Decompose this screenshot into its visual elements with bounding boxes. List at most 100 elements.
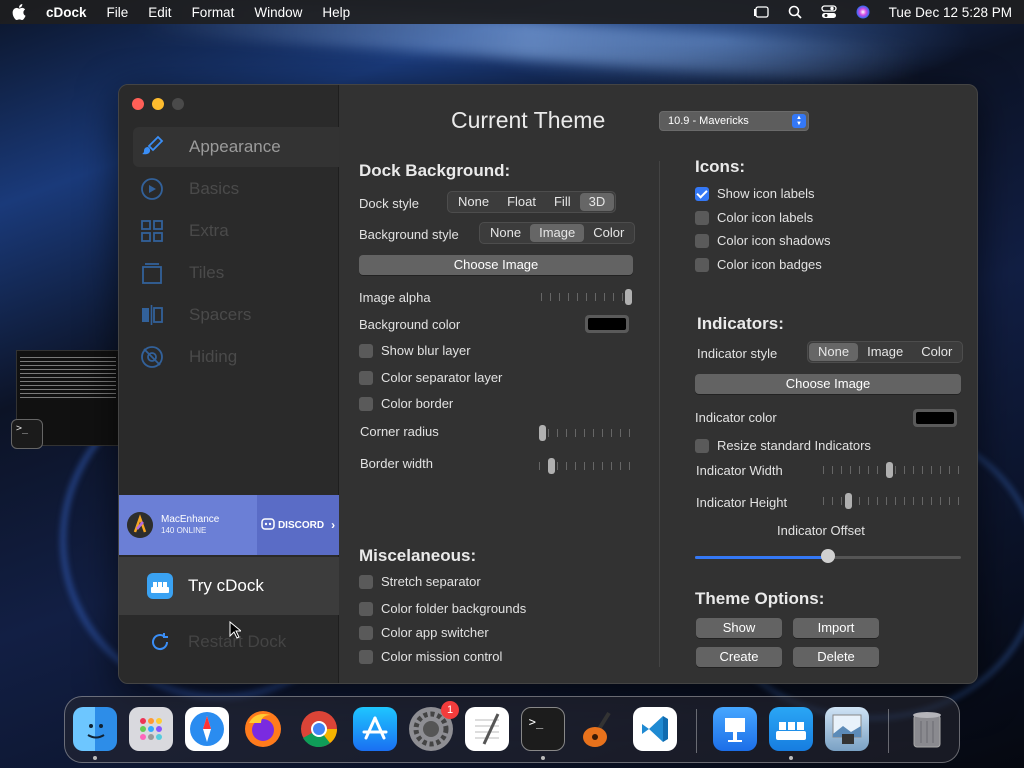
border-width-slider[interactable]	[539, 458, 635, 474]
sidebar-item-spacers[interactable]: Spacers	[139, 295, 339, 335]
control-center-icon[interactable]	[821, 5, 837, 19]
menu-help[interactable]: Help	[322, 5, 350, 20]
indicator-offset-label: Indicator Offset	[777, 523, 865, 538]
textedit-icon[interactable]	[465, 707, 509, 751]
launchpad-icon[interactable]	[129, 707, 173, 751]
show-icon-labels-checkbox[interactable]: Show icon labels	[695, 186, 815, 201]
terminal-window-thumbnail[interactable]: >_	[11, 350, 120, 449]
menu-bar: cDock File Edit Format Window Help Tue D…	[0, 0, 1024, 24]
apple-icon[interactable]	[12, 4, 26, 20]
checkbox-label: Color border	[381, 396, 454, 411]
chrome-icon[interactable]	[297, 707, 341, 751]
color-icon-labels-checkbox[interactable]: Color icon labels	[695, 210, 813, 225]
sidebar-item-tiles[interactable]: Tiles	[139, 253, 339, 293]
color-mission-control-checkbox[interactable]: Color mission control	[359, 649, 502, 664]
background-style-label: Background style	[359, 227, 459, 242]
dock-style-float[interactable]: Float	[498, 193, 545, 211]
terminal-icon[interactable]: >_	[521, 707, 565, 751]
minimize-button[interactable]	[152, 98, 164, 110]
checkbox-label: Show icon labels	[717, 186, 815, 201]
color-separator-layer-checkbox[interactable]: Color separator layer	[359, 370, 502, 385]
keynote-icon[interactable]	[713, 707, 757, 751]
corner-radius-slider[interactable]	[539, 425, 635, 441]
indicator-style-image[interactable]: Image	[858, 343, 912, 361]
running-indicator	[541, 756, 545, 760]
indicator-height-slider[interactable]	[823, 493, 965, 509]
menu-format[interactable]: Format	[192, 5, 235, 20]
delete-theme-button[interactable]: Delete	[793, 647, 879, 667]
sidebar-item-label: Hiding	[189, 347, 238, 366]
choose-background-image-button[interactable]: Choose Image	[359, 255, 633, 275]
slider-knob[interactable]	[821, 549, 835, 563]
menu-app-name[interactable]: cDock	[46, 5, 87, 20]
finder-icon[interactable]	[73, 707, 117, 751]
dock-style-3d[interactable]: 3D	[579, 193, 615, 211]
color-folder-backgrounds-checkbox[interactable]: Color folder backgrounds	[359, 601, 526, 616]
import-theme-button[interactable]: Import	[793, 618, 879, 638]
slider-knob[interactable]	[886, 462, 894, 478]
sidebar-item-extra[interactable]: Extra	[139, 211, 339, 251]
show-blur-layer-checkbox[interactable]: Show blur layer	[359, 343, 471, 358]
color-border-checkbox[interactable]: Color border	[359, 396, 453, 411]
checkbox-label: Color folder backgrounds	[381, 601, 527, 616]
sidebar-item-appearance[interactable]: Appearance	[133, 127, 339, 167]
menu-edit[interactable]: Edit	[148, 5, 171, 20]
restart-icon	[147, 629, 173, 655]
slider-knob[interactable]	[547, 458, 555, 474]
background-style-color[interactable]: Color	[584, 224, 633, 242]
menu-clock[interactable]: Tue Dec 12 5:28 PM	[889, 5, 1012, 20]
dock-style-none[interactable]: None	[449, 193, 498, 211]
vscode-icon[interactable]	[633, 707, 677, 751]
theme-select[interactable]: 10.9 - Mavericks ▲ ▼	[659, 111, 809, 131]
checkbox-label: Color icon labels	[717, 210, 814, 225]
background-style-image[interactable]: Image	[530, 224, 585, 242]
app-store-icon[interactable]	[353, 707, 397, 751]
indicator-width-slider[interactable]	[823, 462, 965, 478]
safari-icon[interactable]	[185, 707, 229, 751]
background-color-well[interactable]	[585, 315, 629, 333]
discord-banner[interactable]: MacEnhance 140 ONLINE DISCORD ›	[119, 495, 339, 555]
sidebar-item-basics[interactable]: Basics	[139, 169, 339, 209]
indicator-style-color[interactable]: Color	[912, 343, 961, 361]
create-theme-button[interactable]: Create	[696, 647, 782, 667]
sidebar-item-hiding[interactable]: Hiding	[139, 337, 339, 377]
choose-indicator-image-button[interactable]: Choose Image	[695, 374, 961, 394]
stretch-separator-checkbox[interactable]: Stretch separator	[359, 574, 481, 589]
indicator-style-none[interactable]: None	[809, 343, 859, 361]
slider-knob[interactable]	[539, 425, 546, 441]
dock-style-fill[interactable]: Fill	[545, 193, 580, 211]
spotlight-search-icon[interactable]	[787, 5, 803, 19]
close-button[interactable]	[132, 98, 144, 110]
color-icon-badges-checkbox[interactable]: Color icon badges	[695, 257, 822, 272]
indicator-offset-slider[interactable]	[695, 549, 961, 564]
menu-file[interactable]: File	[107, 5, 129, 20]
slider-knob[interactable]	[844, 493, 852, 509]
image-alpha-slider[interactable]	[541, 289, 637, 305]
cdock-dock-icon[interactable]	[769, 707, 813, 751]
sidebar-item-label: Spacers	[189, 305, 252, 324]
menu-window[interactable]: Window	[254, 5, 302, 20]
system-settings-icon[interactable]: 1	[409, 701, 459, 751]
garageband-icon[interactable]	[577, 707, 621, 751]
background-style-none[interactable]: None	[481, 224, 530, 242]
firefox-icon[interactable]	[241, 707, 285, 751]
discord-join-button[interactable]: DISCORD ›	[257, 495, 339, 555]
sidebar: Appearance Basics Extra Tiles Spacers Hi…	[119, 85, 339, 683]
stage-manager-icon[interactable]	[753, 5, 769, 19]
try-cdock-button[interactable]: Try cDock	[119, 557, 339, 615]
speedometer-icon	[139, 176, 165, 202]
show-theme-button[interactable]: Show	[696, 618, 782, 638]
indicator-color-label: Indicator color	[695, 410, 777, 425]
restart-dock-button[interactable]: Restart Dock	[147, 629, 286, 655]
siri-icon[interactable]	[855, 5, 871, 19]
main-panel: Current Theme 10.9 - Mavericks ▲ ▼ Dock B…	[339, 85, 977, 683]
indicator-color-well[interactable]	[913, 409, 957, 427]
trash-icon[interactable]	[905, 707, 949, 751]
color-app-switcher-checkbox[interactable]: Color app switcher	[359, 625, 489, 640]
color-icon-shadows-checkbox[interactable]: Color icon shadows	[695, 233, 830, 248]
zoom-button[interactable]	[172, 98, 184, 110]
preview-icon[interactable]	[825, 707, 869, 751]
resize-standard-indicators-checkbox[interactable]: Resize standard Indicators	[695, 438, 871, 453]
grid-icon	[139, 218, 165, 244]
slider-knob[interactable]	[624, 289, 632, 305]
